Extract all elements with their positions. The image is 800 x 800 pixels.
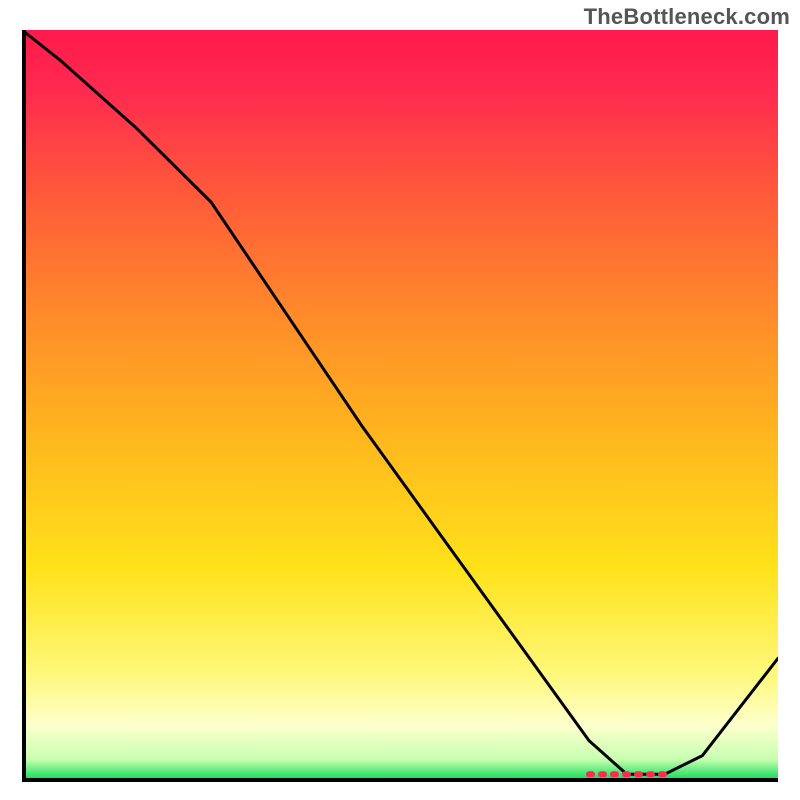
attribution-label: TheBottleneck.com <box>584 4 790 30</box>
y-axis <box>22 30 26 778</box>
chart-frame: TheBottleneck.com <box>0 0 800 800</box>
heat-gradient-background <box>22 30 778 778</box>
x-axis <box>22 778 778 782</box>
plot-svg <box>22 30 778 778</box>
plot-area <box>22 30 778 778</box>
